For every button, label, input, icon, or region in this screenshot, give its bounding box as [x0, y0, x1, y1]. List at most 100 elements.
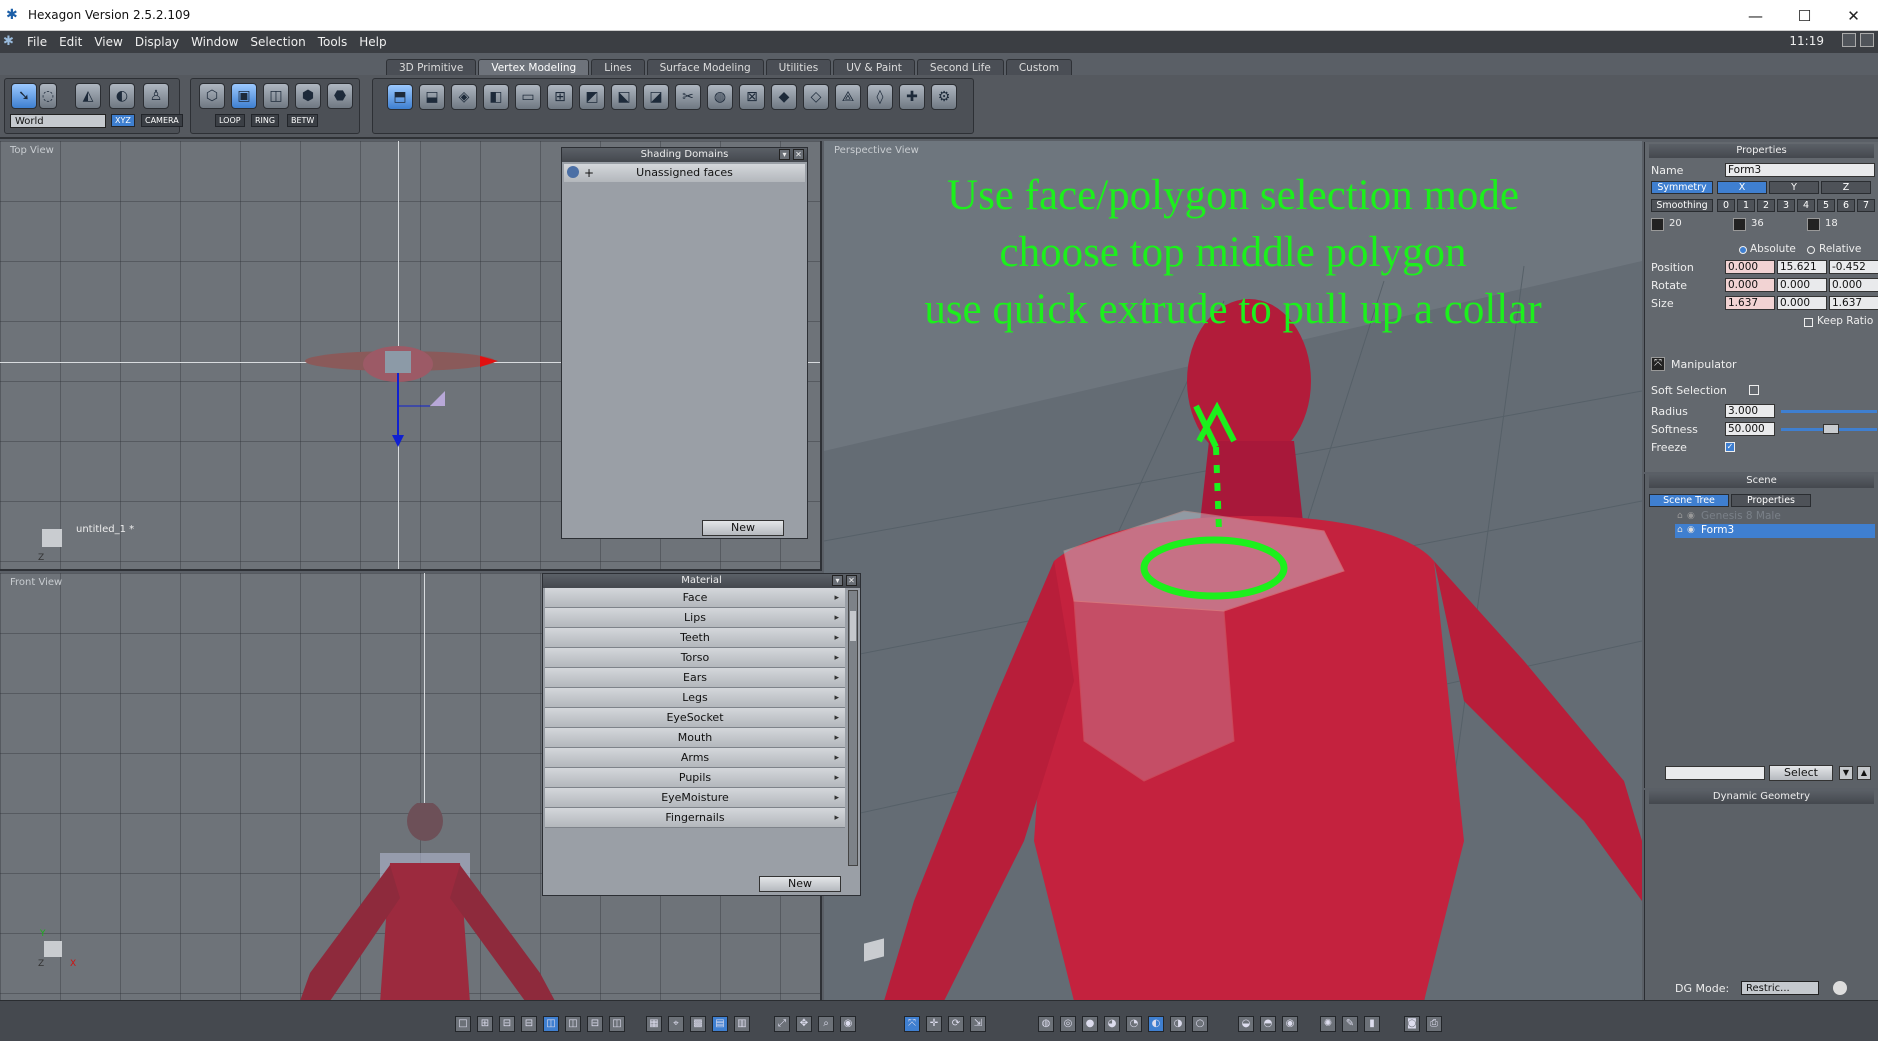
colored-grid-icon[interactable]: ▩: [690, 1016, 706, 1032]
lights-3-icon[interactable]: ◉: [1282, 1016, 1298, 1032]
coordinate-system-dropdown[interactable]: World: [10, 114, 106, 128]
radius-slider[interactable]: [1781, 410, 1877, 413]
screenshot-icon[interactable]: ⎙: [1426, 1016, 1442, 1032]
camera-button[interactable]: CAMERA: [141, 114, 183, 127]
layout-three-bottom-icon[interactable]: ⊟: [521, 1016, 537, 1032]
rotate-x-field[interactable]: 0.000: [1725, 278, 1775, 292]
smooth-wire-shading-icon[interactable]: ◔: [1126, 1016, 1142, 1032]
material-item[interactable]: Arms: [545, 748, 845, 768]
flat-shading-icon[interactable]: ●: [1082, 1016, 1098, 1032]
dg-mode-dropdown[interactable]: Restric...: [1741, 981, 1819, 995]
table-grid-icon[interactable]: ▥: [734, 1016, 750, 1032]
tab-3d-primitive[interactable]: 3D Primitive: [386, 59, 477, 75]
menu-file[interactable]: File: [21, 35, 53, 49]
size-y-field[interactable]: 0.000: [1777, 296, 1827, 310]
vertex-mode-icon[interactable]: ⬡: [199, 83, 225, 109]
add-domain-icon[interactable]: +: [584, 164, 594, 182]
view-eye-icon[interactable]: ◉: [840, 1016, 856, 1032]
texture-shading-icon[interactable]: ◑: [1170, 1016, 1186, 1032]
symmetry-y-button[interactable]: Y: [1769, 181, 1819, 194]
zoom-icon[interactable]: ⌕: [818, 1016, 834, 1032]
pan-icon[interactable]: ✥: [796, 1016, 812, 1032]
dg-toggle-icon[interactable]: [1833, 981, 1847, 995]
position-y-field[interactable]: 15.621: [1777, 260, 1827, 274]
softness-field[interactable]: 50.000: [1725, 422, 1775, 436]
scene-down-icon[interactable]: ▼: [1839, 766, 1853, 780]
layout-two-horizontal-icon[interactable]: ⊟: [587, 1016, 603, 1032]
symmetry-z-button[interactable]: Z: [1821, 181, 1871, 194]
size-z-field[interactable]: 1.637: [1829, 296, 1878, 310]
symmetry-x-button[interactable]: X: [1717, 181, 1767, 194]
material-item[interactable]: EyeSocket: [545, 708, 845, 728]
render-camera-icon[interactable]: ◙: [1404, 1016, 1420, 1032]
floor-grid-icon[interactable]: ▤: [712, 1016, 728, 1032]
symmetry-button[interactable]: Symmetry: [1651, 181, 1713, 194]
layout-three-left-icon[interactable]: ◫: [543, 1016, 559, 1032]
rotate-y-field[interactable]: 0.000: [1777, 278, 1827, 292]
layout-three-top-icon[interactable]: ⊟: [499, 1016, 515, 1032]
menu-view[interactable]: View: [88, 35, 128, 49]
panel-menu-icon[interactable]: ▾: [779, 149, 790, 160]
quick-extrude-icon[interactable]: ⬒: [387, 84, 413, 110]
material-item[interactable]: Ears: [545, 668, 845, 688]
subdivide-icon[interactable]: ⊠: [739, 84, 765, 110]
lights-icon[interactable]: ◒: [1238, 1016, 1254, 1032]
eye-icon[interactable]: ◉: [1687, 525, 1695, 535]
connect-icon[interactable]: ◪: [643, 84, 669, 110]
lasso-icon[interactable]: ◌: [39, 83, 57, 109]
sculpt-icon[interactable]: ◆: [771, 84, 797, 110]
minimize-button[interactable]: —: [1731, 0, 1780, 31]
eye-icon[interactable]: ◉: [1687, 511, 1695, 521]
select-arrow-icon[interactable]: ➘: [11, 83, 37, 109]
radius-field[interactable]: 3.000: [1725, 404, 1775, 418]
smoothing-level-0[interactable]: 0: [1717, 199, 1735, 212]
smoothing-level-6[interactable]: 6: [1837, 199, 1855, 212]
tab-custom[interactable]: Custom: [1005, 59, 1073, 75]
zoom-extents-icon[interactable]: ⤢: [774, 1016, 790, 1032]
menu-tools[interactable]: Tools: [312, 35, 354, 49]
menu-edit[interactable]: Edit: [53, 35, 88, 49]
tab-vertex-modeling[interactable]: Vertex Modeling: [478, 59, 590, 75]
scene-search-input[interactable]: [1665, 766, 1765, 780]
smoothing-level-4[interactable]: 4: [1797, 199, 1815, 212]
lock-icon[interactable]: ⌂: [1677, 525, 1683, 535]
relative-radio[interactable]: [1807, 246, 1815, 254]
manipulator-icon[interactable]: ⤧: [1651, 357, 1665, 371]
unassigned-faces-row[interactable]: + Unassigned faces: [564, 164, 805, 182]
rotate-tool-icon[interactable]: ⟳: [948, 1016, 964, 1032]
workspace-max-icon[interactable]: [1860, 33, 1874, 47]
material-scrollbar-thumb[interactable]: [850, 611, 856, 641]
scale-tool-icon[interactable]: ⇲: [970, 1016, 986, 1032]
gear-tool-icon[interactable]: ⚙: [931, 84, 957, 110]
flip-icon[interactable]: ◊: [867, 84, 893, 110]
scene-item-genesis[interactable]: ⌂ ◉ Genesis 8 Male: [1675, 510, 1875, 523]
hidden-line-shading-icon[interactable]: ◎: [1060, 1016, 1076, 1032]
loop-button[interactable]: LOOP: [215, 114, 245, 127]
extrude-icon[interactable]: ⬓: [419, 84, 445, 110]
smoothing-level-7[interactable]: 7: [1857, 199, 1875, 212]
material-item[interactable]: Face: [545, 588, 845, 608]
vertex-tool-icon[interactable]: ◭: [75, 83, 101, 109]
perspective-viewport[interactable]: Perspective View Use face/polygon select…: [824, 141, 1642, 1001]
material-item[interactable]: Legs: [545, 688, 845, 708]
material-panel-menu-icon[interactable]: ▾: [832, 575, 843, 586]
bridge-icon[interactable]: ⬕: [611, 84, 637, 110]
material-item[interactable]: Teeth: [545, 628, 845, 648]
ring-button[interactable]: RING: [251, 114, 280, 127]
ghost-icon[interactable]: ♙: [143, 83, 169, 109]
object-mode-icon[interactable]: ⬢: [295, 83, 321, 109]
render-shading-icon[interactable]: ○: [1192, 1016, 1208, 1032]
ambient-occlusion-icon[interactable]: ✺: [1320, 1016, 1336, 1032]
menu-display[interactable]: Display: [129, 35, 185, 49]
material-item[interactable]: Lips: [545, 608, 845, 628]
absolute-radio[interactable]: [1739, 246, 1747, 254]
inset-icon[interactable]: ◧: [483, 84, 509, 110]
position-z-field[interactable]: -0.452: [1829, 260, 1878, 274]
material-item[interactable]: EyeMoisture: [545, 788, 845, 808]
lock-icon[interactable]: ⌂: [1677, 511, 1683, 521]
softness-slider[interactable]: [1781, 424, 1877, 434]
film-icon[interactable]: ▮: [1364, 1016, 1380, 1032]
menu-window[interactable]: Window: [185, 35, 244, 49]
tab-lines[interactable]: Lines: [591, 59, 645, 75]
move-tool-icon[interactable]: ✛: [926, 1016, 942, 1032]
